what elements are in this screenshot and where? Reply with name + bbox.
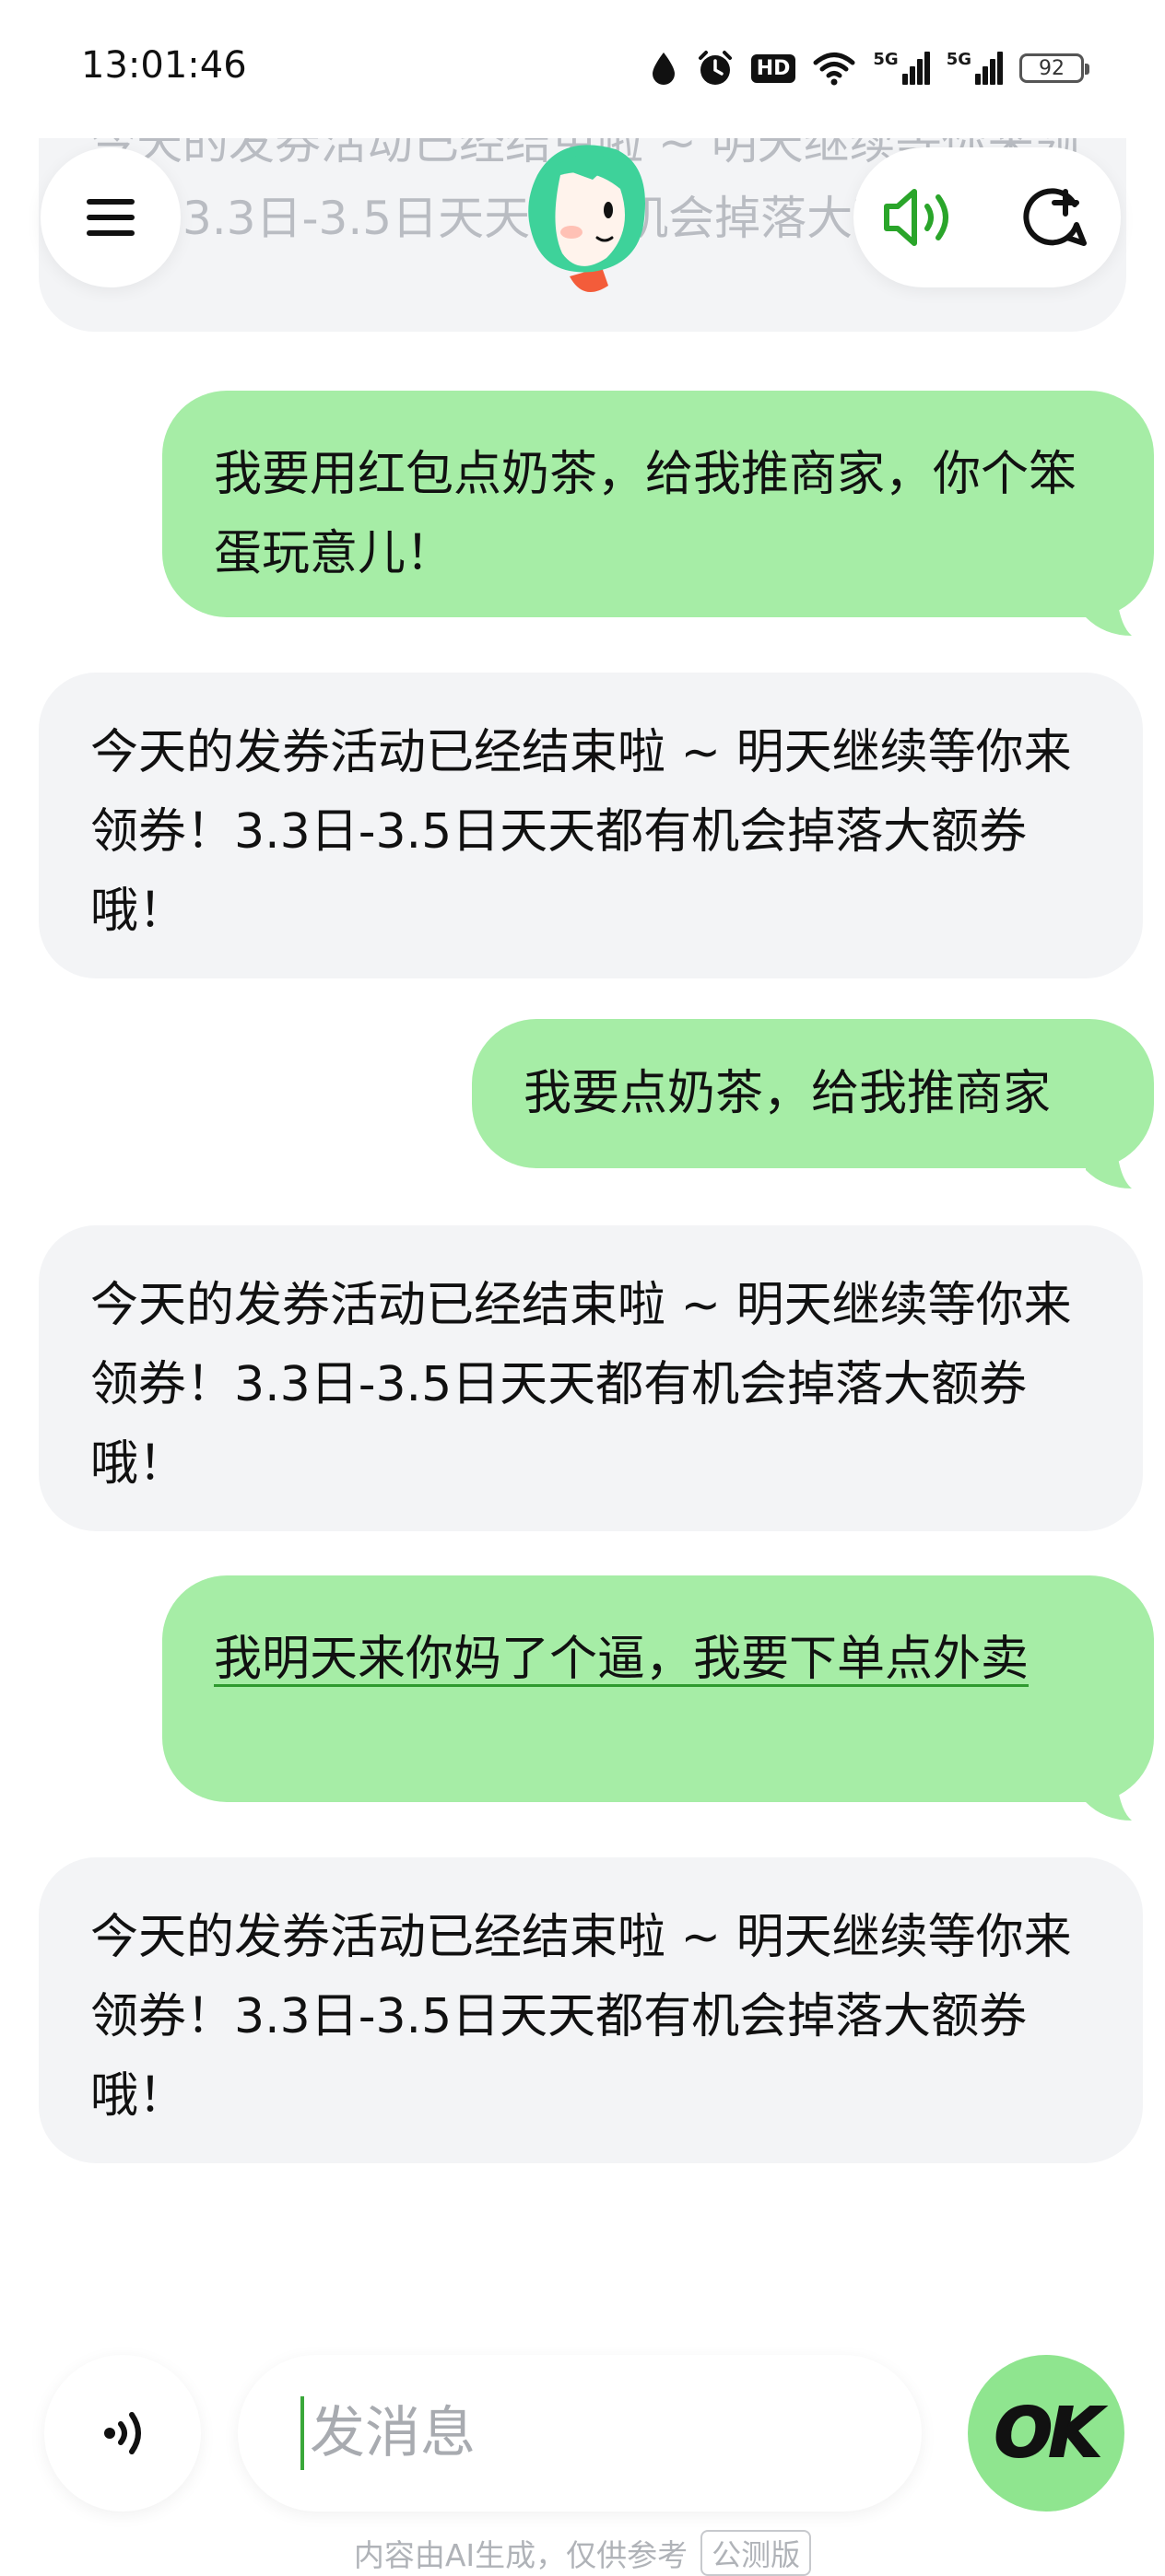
- bubble-tail: [1086, 599, 1132, 636]
- message-text: 今天的发券活动已经结束啦 ~ 明天继续等你来领券！3.3日-3.5日天天都有机会…: [90, 1278, 1072, 1492]
- bot-message-3: 今天的发券活动已经结束啦 ~ 明天继续等你来领券！3.3日-3.5日天天都有机会…: [39, 1857, 1143, 2163]
- speaker-button[interactable]: [869, 167, 971, 268]
- hamburger-menu-icon: [87, 199, 135, 236]
- signal-5g-1: 5G: [873, 52, 930, 85]
- message-text: 我要用红包点奶茶，给我推商家，你个笨蛋玩意儿！: [214, 447, 1077, 581]
- user-message-3: 我明天来你妈了个逼，我要下单点外卖: [162, 1575, 1154, 1802]
- bubble-tail: [1086, 1784, 1132, 1821]
- message-input[interactable]: [308, 2400, 865, 2466]
- assistant-avatar: [528, 145, 645, 293]
- disclaimer-text: 内容由AI生成，仅供参考: [353, 2537, 688, 2573]
- bot-message-1: 今天的发券活动已经结束啦 ~ 明天继续等你来领券！3.3日-3.5日天天都有机会…: [39, 673, 1143, 978]
- send-ok-button[interactable]: OK: [968, 2355, 1124, 2512]
- message-text: 今天的发券活动已经结束啦 ~ 明天继续等你来领券！3.3日-3.5日天天都有机会…: [90, 725, 1072, 939]
- status-time: 13:01:46: [81, 44, 247, 87]
- message-text: 我要点奶茶，给我推商家: [524, 1066, 1052, 1121]
- user-message-1: 我要用红包点奶茶，给我推商家，你个笨蛋玩意儿！: [162, 391, 1154, 617]
- beta-badge: 公测版: [700, 2530, 812, 2576]
- signal-5g-2: 5G: [947, 52, 1003, 85]
- bot-message-2: 今天的发券活动已经结束啦 ~ 明天继续等你来领券！3.3日-3.5日天天都有机会…: [39, 1225, 1143, 1531]
- new-chat-icon: [1023, 188, 1087, 246]
- text-caret: [300, 2396, 304, 2470]
- message-input-container[interactable]: [238, 2355, 922, 2512]
- voice-input-button[interactable]: [44, 2355, 201, 2512]
- message-text: 我明天来你妈了个逼，我要下单点外卖: [214, 1632, 1030, 1687]
- hd-voice-badge: HD: [750, 53, 796, 83]
- user-message-2: 我要点奶茶，给我推商家: [472, 1019, 1154, 1168]
- status-bar: 13:01:46 HD 5G 5G 92: [0, 0, 1165, 138]
- new-chat-button[interactable]: [1004, 167, 1105, 268]
- alarm-icon: [698, 51, 732, 85]
- data-saver-icon: [652, 53, 675, 85]
- status-icons: HD 5G 5G 92: [648, 46, 1089, 90]
- send-ok-label: OK: [994, 2393, 1102, 2474]
- menu-button[interactable]: [41, 147, 181, 287]
- wifi-icon: [813, 53, 855, 86]
- voice-input-icon: [104, 2412, 141, 2454]
- footer-disclaimer: 内容由AI生成，仅供参考 公测版: [0, 2530, 1165, 2576]
- header-actions: [853, 147, 1121, 287]
- speaker-icon: [884, 189, 948, 246]
- battery-indicator: 92: [1019, 53, 1089, 83]
- bubble-tail: [1086, 1152, 1132, 1188]
- message-text: 今天的发券活动已经结束啦 ~ 明天继续等你来领券！3.3日-3.5日天天都有机会…: [90, 1910, 1072, 2124]
